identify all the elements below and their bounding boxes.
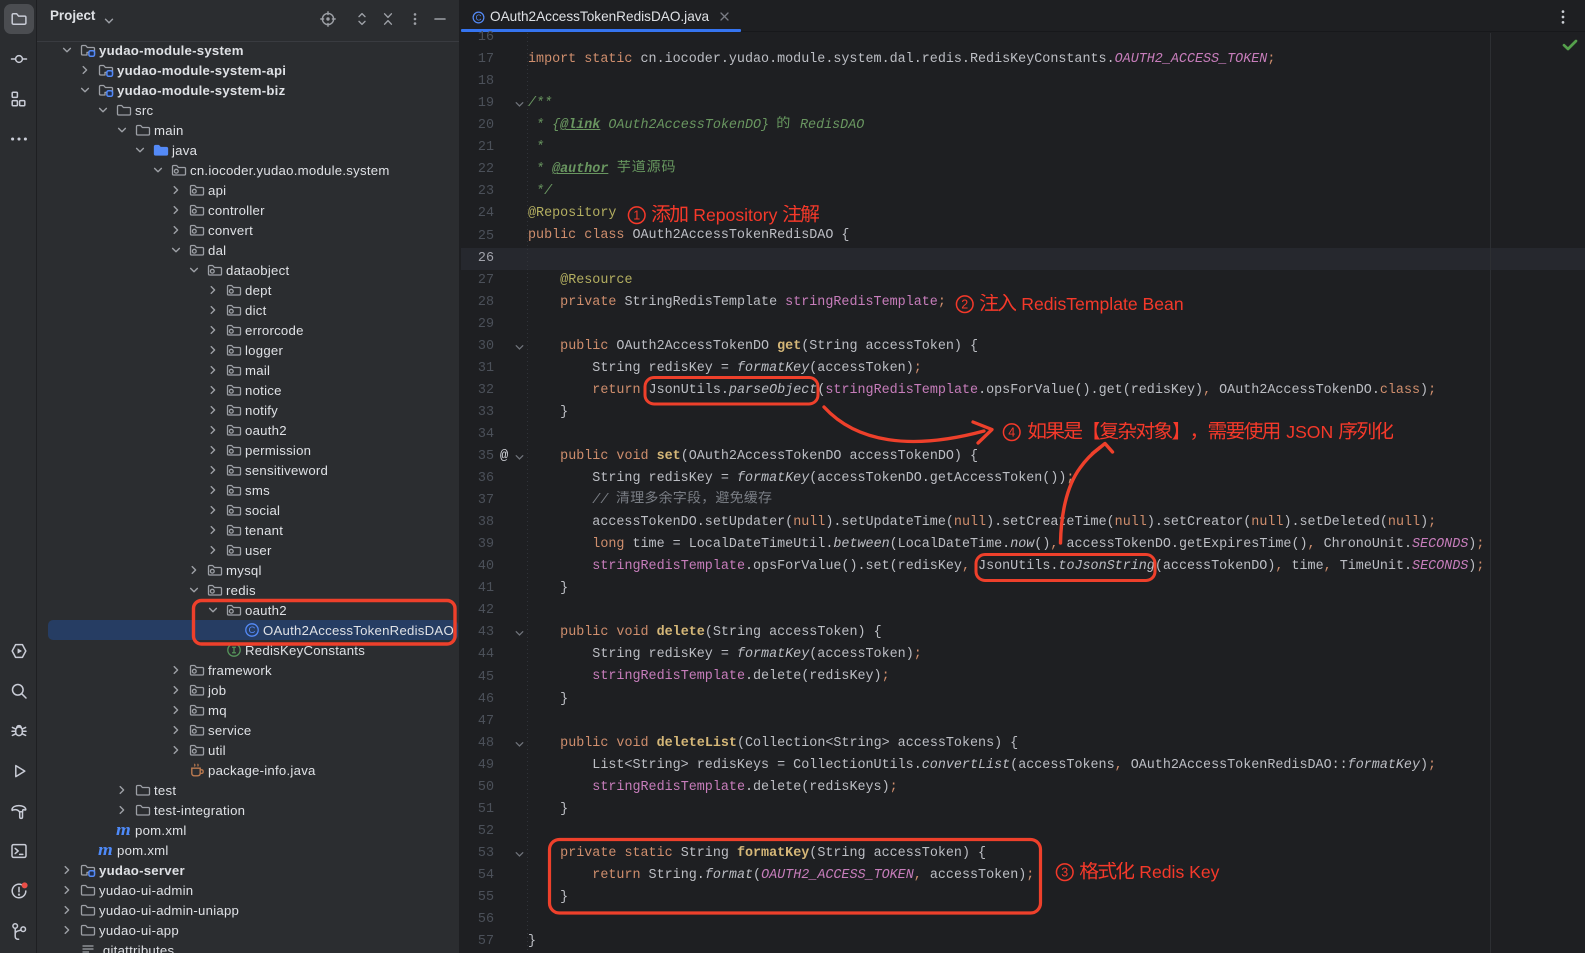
svg-text:4: 4 bbox=[1008, 426, 1015, 440]
svg-text:2: 2 bbox=[961, 298, 968, 312]
svg-text:1: 1 bbox=[633, 209, 640, 223]
svg-text:3: 3 bbox=[1061, 866, 1068, 880]
